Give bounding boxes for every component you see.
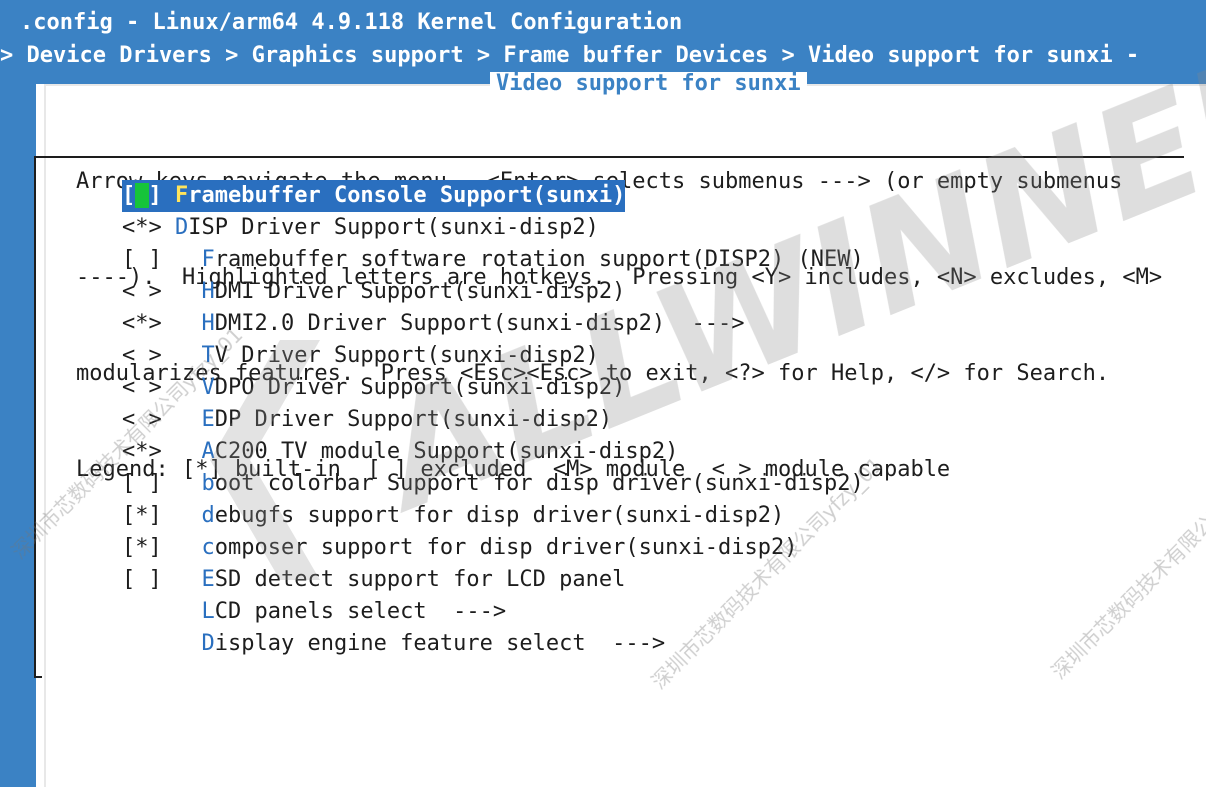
menu-item-hotkey: V: [201, 375, 215, 400]
menu-item-line: < > TV Driver Support(sunxi-disp2): [122, 340, 599, 372]
menu-item-label: V Driver Support(sunxi-disp2): [214, 343, 599, 368]
menu-item-state[interactable]: [122, 631, 175, 656]
menu-item-hotkey: F: [201, 247, 215, 272]
menu-item-line: [ ] Framebuffer software rotation suppor…: [122, 244, 864, 276]
menu-item[interactable]: <*> DISP Driver Support(sunxi-disp2): [122, 212, 1162, 244]
menu-item[interactable]: [ ] ESD detect support for LCD panel: [122, 564, 1162, 596]
menu-item-hotkey: T: [201, 343, 215, 368]
window-title: .config - Linux/arm64 4.9.118 Kernel Con…: [20, 10, 683, 35]
menu-item-state[interactable]: [122, 599, 175, 624]
cursor: [135, 183, 149, 208]
menu-item-label: C200 TV module Support(sunxi-disp2): [214, 439, 679, 464]
menu-item-state[interactable]: <*>: [122, 439, 175, 464]
menu-item-state[interactable]: [*]: [122, 503, 175, 528]
dialog-title: Video support for sunxi: [490, 72, 807, 96]
menu-item[interactable]: < > TV Driver Support(sunxi-disp2): [122, 340, 1162, 372]
menu-item-label: DP Driver Support(sunxi-disp2): [214, 407, 613, 432]
menu-item[interactable]: [ ] Framebuffer Console Support(sunxi): [122, 180, 1162, 212]
menu-item-hotkey: b: [201, 471, 215, 496]
menu-item[interactable]: < > HDMI Driver Support(sunxi-disp2): [122, 276, 1162, 308]
menu-item-label: CD panels select --->: [214, 599, 507, 624]
menu-item-state[interactable]: [ ]: [122, 471, 175, 496]
menu-item-state[interactable]: < >: [122, 343, 175, 368]
menu-item-label: SD detect support for LCD panel: [214, 567, 626, 592]
menu-item-label: DMI2.0 Driver Support(sunxi-disp2) --->: [214, 311, 745, 336]
menu-item-line: [ ] ESD detect support for LCD panel: [122, 564, 625, 596]
menu-item-line: [*] composer support for disp driver(sun…: [122, 532, 798, 564]
breadcrumb: > Device Drivers > Graphics support > Fr…: [0, 43, 1140, 68]
menu-item-line: LCD panels select --->: [122, 596, 506, 628]
menu-item-label: isplay engine feature select --->: [214, 631, 666, 656]
menu-item-hotkey: E: [201, 407, 215, 432]
menu-item[interactable]: < > VDPO Driver Support(sunxi-disp2): [122, 372, 1162, 404]
menu-item-label: ramebuffer software rotation support(DIS…: [214, 247, 864, 272]
menu-item[interactable]: [ ] boot colorbar Support for disp drive…: [122, 468, 1162, 500]
menu-item-line: [*] debugfs support for disp driver(sunx…: [122, 500, 784, 532]
menu-item[interactable]: [*] composer support for disp driver(sun…: [122, 532, 1162, 564]
menu-item-hotkey: D: [201, 631, 215, 656]
menu-item-label: DPO Driver Support(sunxi-disp2): [214, 375, 626, 400]
menu-item[interactable]: [*] debugfs support for disp driver(sunx…: [122, 500, 1162, 532]
menu-item-hotkey: c: [201, 535, 215, 560]
menu-item-hotkey: F: [175, 183, 189, 208]
menu-item-label: ebugfs support for disp driver(sunxi-dis…: [214, 503, 785, 528]
menu-item-line: < > VDPO Driver Support(sunxi-disp2): [122, 372, 625, 404]
menu-item-label: DMI Driver Support(sunxi-disp2): [214, 279, 626, 304]
menu-item[interactable]: [ ] Framebuffer software rotation suppor…: [122, 244, 1162, 276]
menu-item[interactable]: <*> AC200 TV module Support(sunxi-disp2): [122, 436, 1162, 468]
menu-item-hotkey: d: [201, 503, 215, 528]
menu-item-line: < > EDP Driver Support(sunxi-disp2): [122, 404, 612, 436]
menu-item-line: <*> AC200 TV module Support(sunxi-disp2): [122, 436, 678, 468]
menu-item-line: <*> DISP Driver Support(sunxi-disp2): [122, 212, 599, 244]
menu-item-label: ramebuffer Console Support(sunxi): [188, 183, 626, 208]
menu-item-line: [ ] boot colorbar Support for disp drive…: [122, 468, 864, 500]
menu-item-state[interactable]: [ ]: [122, 183, 175, 208]
menu-item-line: <*> HDMI2.0 Driver Support(sunxi-disp2) …: [122, 308, 745, 340]
menu-item-hotkey: H: [201, 279, 215, 304]
menu-item-label: omposer support for disp driver(sunxi-di…: [214, 535, 798, 560]
menu-item[interactable]: Display engine feature select --->: [122, 628, 1162, 660]
menu-item-state[interactable]: < >: [122, 375, 175, 400]
menu-box-corner: [34, 676, 42, 678]
menu-item-state[interactable]: <*>: [122, 215, 175, 240]
menu-item-line: Display engine feature select --->: [122, 628, 665, 660]
menu-item[interactable]: LCD panels select --->: [122, 596, 1162, 628]
menu-item-state[interactable]: <*>: [122, 311, 175, 336]
menu-list: [ ] Framebuffer Console Support(sunxi) <*…: [122, 180, 1162, 660]
menu-item-state[interactable]: [ ]: [122, 567, 175, 592]
menu-item-state[interactable]: [ ]: [122, 247, 175, 272]
menu-item[interactable]: < > EDP Driver Support(sunxi-disp2): [122, 404, 1162, 436]
menu-item-state[interactable]: < >: [122, 279, 175, 304]
menu-item-state[interactable]: < >: [122, 407, 175, 432]
menu-item-hotkey: A: [201, 439, 215, 464]
menu-item-line: [ ] Framebuffer Console Support(sunxi): [122, 180, 626, 212]
menu-item[interactable]: <*> HDMI2.0 Driver Support(sunxi-disp2) …: [122, 308, 1162, 340]
menu-item-state[interactable]: [*]: [122, 535, 175, 560]
menu-item-hotkey: H: [201, 311, 215, 336]
menu-item-line: < > HDMI Driver Support(sunxi-disp2): [122, 276, 625, 308]
menu-item-hotkey: L: [201, 599, 215, 624]
menu-item-label: oot colorbar Support for disp driver(sun…: [214, 471, 864, 496]
menu-item-hotkey: E: [201, 567, 215, 592]
menu-item-hotkey: D: [174, 215, 189, 240]
menu-item-label: ISP Driver Support(sunxi-disp2): [188, 215, 599, 240]
